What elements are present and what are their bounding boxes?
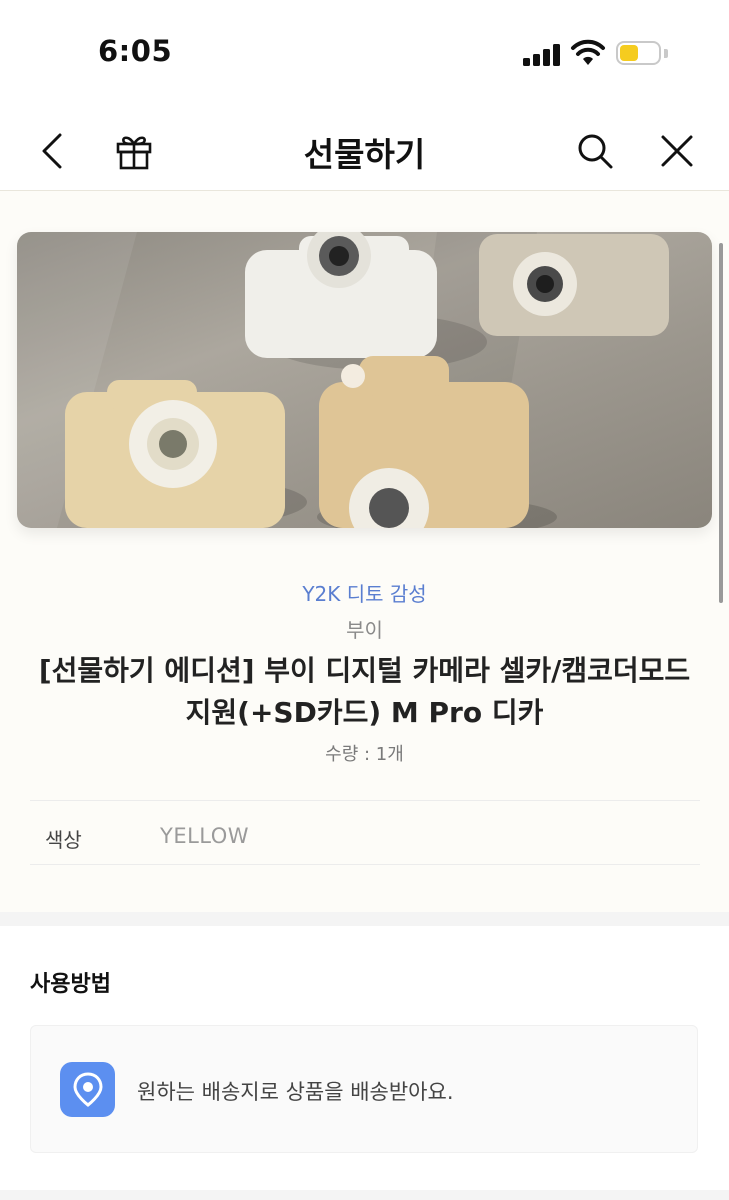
product-category[interactable]: Y2K 디토 감성 xyxy=(0,578,729,607)
battery-level xyxy=(620,45,638,61)
product-photo[interactable] xyxy=(17,232,712,528)
battery-icon xyxy=(616,41,661,65)
search-icon[interactable] xyxy=(574,130,616,172)
product-title: [선물하기 에디션] 부이 디지털 카메라 셀카/캠코더모드 지원(+SD카드)… xyxy=(38,654,691,729)
close-icon[interactable] xyxy=(656,130,698,172)
location-pin-icon xyxy=(60,1062,115,1117)
usage-title: 사용방법 xyxy=(30,972,111,997)
page-title: 선물하기 xyxy=(303,135,426,174)
cellular-signal-icon xyxy=(523,44,563,66)
section-separator xyxy=(0,912,729,926)
option-value: YELLOW xyxy=(160,824,250,848)
battery-nub xyxy=(664,49,668,58)
product-quantity: 수량 : 1개 xyxy=(325,744,404,765)
option-label: 색상 xyxy=(45,828,82,852)
status-bar: 6:05 xyxy=(0,0,729,100)
scrollbar[interactable] xyxy=(719,243,723,603)
status-time: 6:05 xyxy=(98,34,173,68)
bottom-separator xyxy=(0,1190,729,1200)
wifi-icon xyxy=(570,39,606,71)
divider xyxy=(30,864,700,865)
divider xyxy=(30,800,700,801)
product-brand[interactable]: 부이 xyxy=(0,614,729,643)
usage-text: 원하는 배송지로 상품을 배송받아요. xyxy=(137,1080,454,1104)
